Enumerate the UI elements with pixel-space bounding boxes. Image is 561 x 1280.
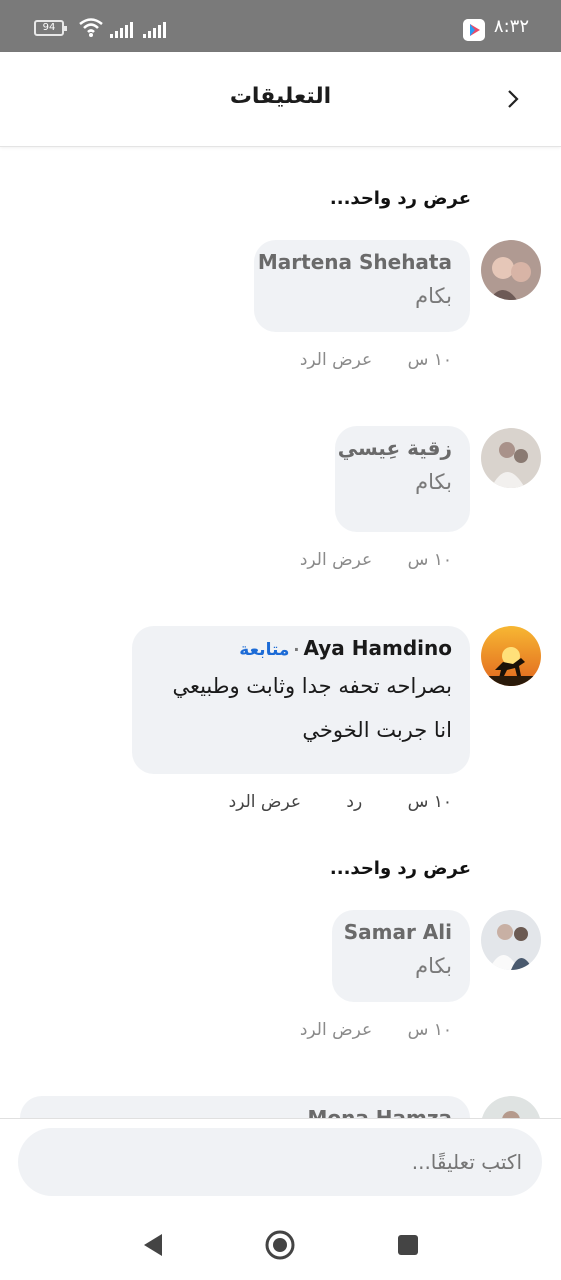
play-store-icon xyxy=(463,19,485,41)
commenter-name[interactable]: Martena Shehata xyxy=(258,250,452,274)
home-circle-icon[interactable] xyxy=(265,1230,295,1260)
battery-icon: 94 xyxy=(34,20,67,36)
signal-icon xyxy=(110,22,133,38)
comment-text-line: بصراحه تحفه جدا وثابت وطبيعي xyxy=(172,674,452,698)
view-reply-link[interactable]: عرض الرد xyxy=(300,350,372,370)
view-reply-link[interactable]: عرض الرد xyxy=(229,792,301,812)
comment-text: بكام xyxy=(415,470,452,494)
comment-actions: ١٠ س عرض الرد xyxy=(300,1020,452,1040)
comment-text: بكام xyxy=(415,954,452,978)
comment-actions: ١٠ س عرض الرد xyxy=(300,350,452,370)
comment-time: ١٠ س xyxy=(407,792,452,812)
page-title: التعليقات xyxy=(229,84,332,109)
comment-bubble[interactable]: Martena Shehata بكام xyxy=(254,240,470,332)
comment-bubble[interactable]: Samar Ali بكام xyxy=(332,910,470,1002)
comment-time: ١٠ س xyxy=(407,350,452,370)
battery-level: 94 xyxy=(42,22,56,33)
comment-bubble[interactable]: زقية عِيسي بكام xyxy=(335,426,470,532)
status-bar: 94 ٨:٣٢ xyxy=(0,0,561,52)
view-replies-link[interactable]: عرض رد واحد... xyxy=(330,188,471,209)
commenter-name[interactable]: Samar Ali xyxy=(344,920,452,944)
comment-actions: ١٠ س عرض الرد xyxy=(300,550,452,570)
comment-time: ١٠ س xyxy=(407,1020,452,1040)
view-reply-link[interactable]: عرض الرد xyxy=(300,1020,372,1040)
wifi-icon xyxy=(79,18,103,37)
comment-bubble[interactable]: Aya Hamdino·متابعة بصراحه تحفه جدا وثابت… xyxy=(132,626,470,774)
recents-square-icon[interactable] xyxy=(393,1230,423,1260)
comment-actions: ١٠ س رد عرض الرد xyxy=(229,792,452,812)
avatar[interactable] xyxy=(481,910,541,970)
separator-dot: · xyxy=(293,640,300,659)
comment-text: بكام xyxy=(415,284,452,308)
avatar[interactable] xyxy=(481,240,541,300)
comment-text-line: انا جربت الخوخي xyxy=(302,718,452,742)
header: التعليقات xyxy=(0,52,561,147)
comment-time: ١٠ س xyxy=(407,550,452,570)
avatar[interactable] xyxy=(481,626,541,686)
reply-button[interactable]: رد xyxy=(346,792,362,812)
back-triangle-icon[interactable] xyxy=(138,1230,168,1260)
follow-button[interactable]: متابعة xyxy=(239,640,289,660)
clock: ٨:٣٢ xyxy=(493,16,529,37)
commenter-header: Aya Hamdino·متابعة xyxy=(150,636,452,660)
commenter-name[interactable]: زقية عِيسي xyxy=(338,436,452,460)
comment-text: بصراحه تحفه جدا وثابت وطبيعي انا جربت ال… xyxy=(150,664,452,752)
system-nav-bar xyxy=(0,1210,561,1280)
comment-input[interactable] xyxy=(18,1128,542,1196)
signal-icon-2 xyxy=(143,22,166,38)
commenter-name[interactable]: Aya Hamdino xyxy=(304,636,453,660)
view-replies-link[interactable]: عرض رد واحد... xyxy=(330,858,471,879)
view-reply-link[interactable]: عرض الرد xyxy=(300,550,372,570)
avatar[interactable] xyxy=(481,428,541,488)
back-chevron-icon[interactable] xyxy=(500,87,524,111)
